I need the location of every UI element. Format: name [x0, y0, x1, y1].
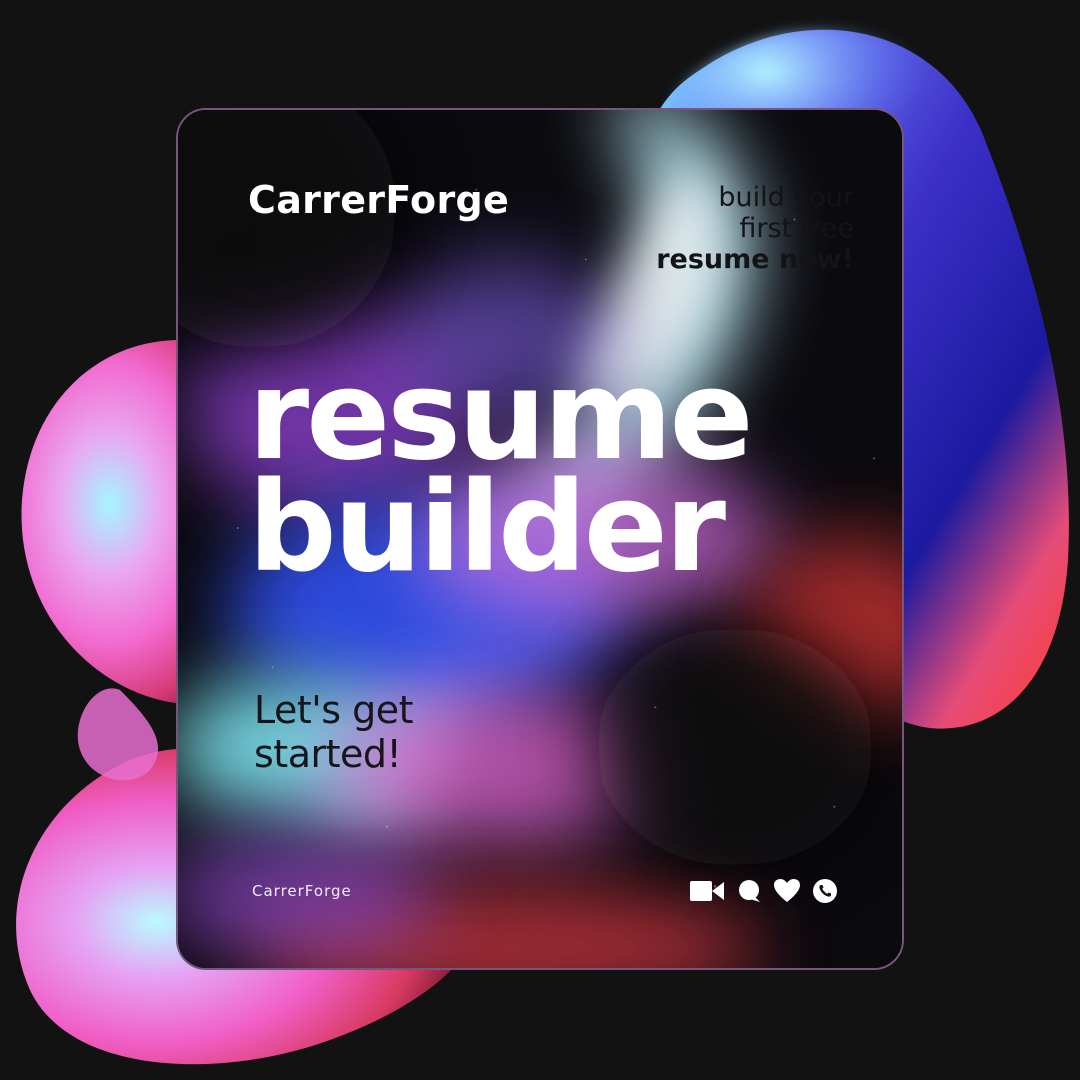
poster-card: CarrerForge build your first free resume…: [176, 108, 904, 970]
headline: resume builder: [248, 354, 754, 600]
cta-line-1: Let's get: [254, 688, 414, 732]
tagline-line-3: resume now!: [656, 244, 854, 275]
tagline: build your first free resume now!: [656, 182, 854, 275]
cta-line-2: started!: [254, 732, 402, 776]
video-camera-icon[interactable]: [689, 879, 725, 903]
poster: CarrerForge build your first free resume…: [0, 0, 1080, 1080]
chat-bubble-icon[interactable]: [736, 878, 762, 904]
headline-line-2: builder: [248, 456, 726, 600]
call-to-action: Let's get started!: [254, 688, 414, 776]
heart-icon[interactable]: [773, 878, 801, 904]
brand-title: CarrerForge: [248, 178, 510, 222]
tagline-line-1: build your: [718, 182, 854, 213]
social-icons: [689, 876, 838, 906]
phone-icon[interactable]: [812, 878, 838, 904]
tagline-line-2: first free: [739, 213, 854, 244]
footer-brand: CarrerForge: [252, 882, 352, 900]
